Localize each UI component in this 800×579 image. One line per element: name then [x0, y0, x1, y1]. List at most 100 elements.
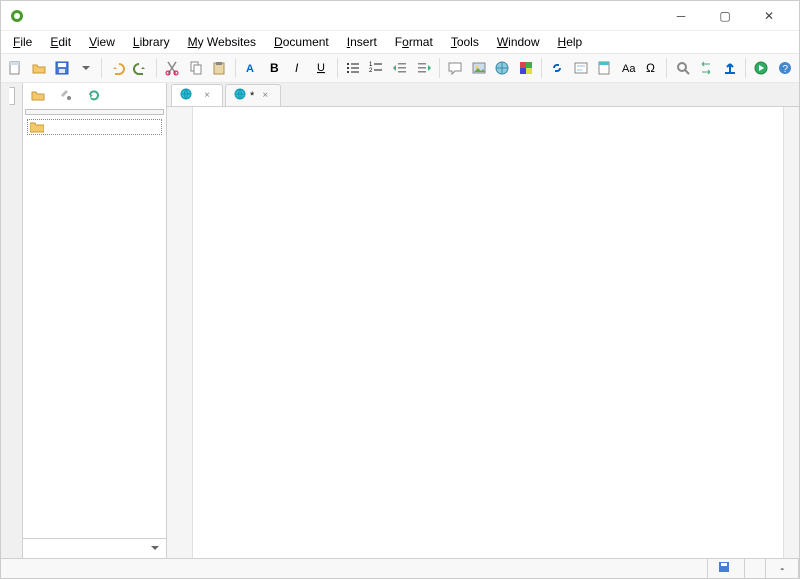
comment-icon[interactable]	[445, 57, 466, 79]
preview-icon[interactable]	[751, 57, 772, 79]
anchor-icon[interactable]: A	[241, 57, 262, 79]
browser-icon	[234, 88, 246, 103]
bold-icon[interactable]: B	[264, 57, 285, 79]
vertical-scrollbar[interactable]	[783, 107, 799, 558]
sidetab-library[interactable]	[9, 105, 15, 123]
save-icon[interactable]	[52, 57, 73, 79]
tab-close-icon[interactable]: ×	[200, 89, 214, 103]
search-icon[interactable]	[672, 57, 693, 79]
paste-icon[interactable]	[209, 57, 230, 79]
svg-text:I: I	[295, 61, 299, 75]
globe-icon[interactable]	[492, 57, 513, 79]
image-icon[interactable]	[468, 57, 489, 79]
menu-view[interactable]: View	[81, 33, 123, 51]
status-doctype	[708, 559, 745, 578]
font-icon[interactable]: Aa	[617, 57, 638, 79]
sidepanel-tools	[23, 83, 166, 107]
sidetab-my-websites[interactable]	[9, 87, 15, 105]
new-folder-icon[interactable]	[27, 84, 49, 106]
statusbar: -	[1, 558, 799, 578]
color-swatch-icon[interactable]	[515, 57, 536, 79]
upload-icon[interactable]	[719, 57, 740, 79]
separator	[439, 58, 440, 78]
tab-untitled[interactable]: * ×	[225, 84, 281, 106]
tool-icon[interactable]	[55, 84, 77, 106]
menubar: File Edit View Library My Websites Docum…	[1, 31, 799, 53]
menu-insert[interactable]: Insert	[339, 33, 385, 51]
copy-icon[interactable]	[186, 57, 207, 79]
outdent-icon[interactable]	[390, 57, 411, 79]
code-editor[interactable]	[167, 107, 799, 558]
underline-icon[interactable]: U	[311, 57, 332, 79]
menu-document[interactable]: Document	[266, 33, 337, 51]
new-file-icon[interactable]	[5, 57, 26, 79]
code-body[interactable]	[193, 107, 783, 558]
separator	[101, 58, 102, 78]
svg-text:Ω: Ω	[646, 61, 655, 75]
status-left	[1, 559, 708, 578]
redo-icon[interactable]	[131, 57, 152, 79]
italic-icon[interactable]: I	[288, 57, 309, 79]
sidetab-code[interactable]	[9, 159, 15, 177]
line-gutter	[167, 107, 193, 558]
help-icon[interactable]: ?	[774, 57, 795, 79]
svg-text:2: 2	[369, 68, 373, 74]
list-ol-icon[interactable]: 12	[366, 57, 387, 79]
svg-text:A: A	[246, 63, 254, 75]
maximize-button[interactable]: ▢	[703, 2, 747, 30]
menu-file[interactable]: File	[5, 33, 40, 51]
tab-close-icon[interactable]: ×	[258, 89, 272, 103]
open-file-icon[interactable]	[29, 57, 50, 79]
menu-format[interactable]: Format	[387, 33, 441, 51]
menu-edit[interactable]: Edit	[42, 33, 79, 51]
tab-label: *	[250, 90, 254, 102]
menu-library[interactable]: Library	[125, 33, 178, 51]
sidetabs	[1, 83, 23, 558]
sidetab-my-computer[interactable]	[9, 123, 15, 141]
browser-icon	[180, 88, 192, 103]
symbol-icon[interactable]: Ω	[641, 57, 662, 79]
file-tree	[23, 117, 166, 538]
menu-tools[interactable]: Tools	[443, 33, 487, 51]
replace-icon[interactable]	[696, 57, 717, 79]
tab-lo4d[interactable]: ×	[171, 84, 223, 106]
svg-text:Aa: Aa	[622, 63, 636, 75]
form-icon[interactable]	[570, 57, 591, 79]
list-ul-icon[interactable]	[343, 57, 364, 79]
sidetab-semantic-data[interactable]	[9, 141, 15, 159]
svg-text:U: U	[317, 62, 325, 74]
window-controls: ─ ▢ ✕	[659, 2, 791, 30]
separator	[156, 58, 157, 78]
tree-root[interactable]	[25, 109, 164, 115]
save-dropdown-icon[interactable]	[76, 57, 97, 79]
menu-window[interactable]: Window	[489, 33, 548, 51]
folder-icon	[30, 121, 44, 133]
minimize-button[interactable]: ─	[659, 2, 703, 30]
editor-area: × * ×	[167, 83, 799, 558]
save-small-icon	[718, 561, 730, 576]
menu-help[interactable]: Help	[550, 33, 591, 51]
sidepanel	[23, 83, 167, 558]
status-col: -	[766, 559, 799, 578]
status-line	[745, 559, 766, 578]
undo-icon[interactable]	[107, 57, 128, 79]
sidepanel-footer	[23, 538, 166, 558]
svg-text:?: ?	[782, 64, 788, 75]
indent-icon[interactable]	[413, 57, 434, 79]
close-button[interactable]: ✕	[747, 2, 791, 30]
chevron-down-icon[interactable]	[148, 541, 162, 555]
stylesheet-icon[interactable]	[594, 57, 615, 79]
app-icon	[9, 8, 25, 24]
refresh-icon[interactable]	[83, 84, 105, 106]
tree-item-projects[interactable]	[27, 119, 162, 135]
svg-text:B: B	[270, 61, 279, 75]
link-icon[interactable]	[547, 57, 568, 79]
menu-mywebsites[interactable]: My Websites	[180, 33, 264, 51]
cut-icon[interactable]	[162, 57, 183, 79]
workspace: × * ×	[1, 83, 799, 558]
toolbar: A B I U 12 Aa Ω ?	[1, 53, 799, 83]
separator	[337, 58, 338, 78]
separator	[235, 58, 236, 78]
separator	[666, 58, 667, 78]
titlebar: ─ ▢ ✕	[1, 1, 799, 31]
